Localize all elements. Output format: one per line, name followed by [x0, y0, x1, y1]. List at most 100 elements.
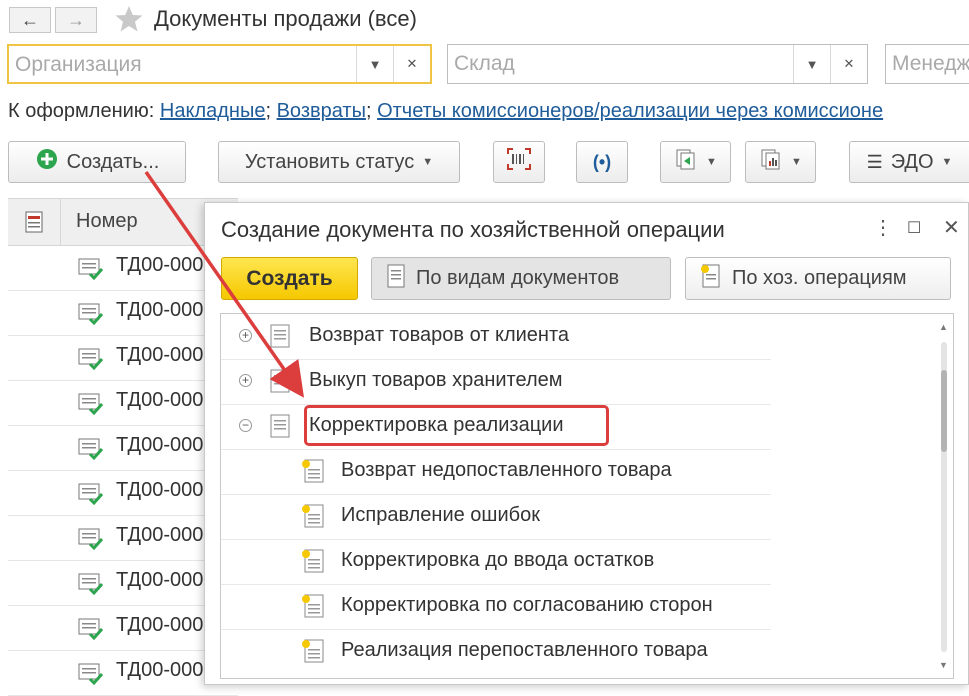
tree-item-label: Исправление ошибок: [341, 504, 540, 526]
barcode-scan-icon: [506, 147, 532, 177]
forward-button[interactable]: →: [55, 7, 97, 33]
tree-item-row[interactable]: Корректировка до ввода остатков: [221, 539, 771, 585]
scroll-thumb[interactable]: [941, 370, 947, 452]
reports-button[interactable]: ▼: [745, 141, 816, 183]
tree-item-row[interactable]: Возврат недопоставленного товара: [221, 449, 771, 495]
warehouse-field[interactable]: Склад ▼ ✕: [447, 44, 868, 84]
posted-document-icon: [78, 257, 104, 286]
document-number: ТД00-000: [116, 299, 204, 321]
organization-clear-button[interactable]: ✕: [393, 46, 430, 82]
barcode-button[interactable]: [493, 141, 545, 183]
posted-document-icon: [78, 662, 104, 691]
close-icon: ✕: [406, 56, 418, 71]
by-operations-button[interactable]: По хоз. операциям: [685, 257, 951, 300]
posted-document-icon: [78, 347, 104, 376]
documents-green-icon: [674, 147, 698, 177]
warehouse-input[interactable]: Склад: [448, 45, 793, 83]
document-number: ТД00-000: [116, 434, 204, 456]
scroll-down-icon[interactable]: ▼: [939, 660, 948, 670]
expand-icon[interactable]: +: [239, 374, 252, 387]
posted-document-icon: [78, 482, 104, 511]
create-button-label: Создать...: [66, 150, 160, 173]
chevron-down-icon: ▼: [941, 156, 953, 168]
posted-document-icon: [78, 527, 104, 556]
document-number: ТД00-000: [116, 659, 204, 681]
tree-item-row[interactable]: Исправление ошибок: [221, 494, 771, 540]
links-prefix: К оформлению:: [8, 100, 160, 122]
chevron-down-icon: ▼: [422, 156, 434, 168]
link-invoices[interactable]: Накладные: [160, 100, 266, 122]
document-number: ТД00-000: [116, 524, 204, 546]
by-document-types-button[interactable]: По видам документов: [371, 257, 671, 300]
tree-item-label: Корректировка до ввода остатков: [341, 549, 655, 571]
print-forms-button[interactable]: ▼: [660, 141, 731, 183]
operation-icon: [301, 639, 325, 668]
tree-scrollbar[interactable]: ▲ ▼: [939, 320, 949, 672]
tree-item-row[interactable]: Корректировка по согласованию сторон: [221, 584, 771, 630]
create-by-operation-dialog: Создание документа по хозяйственной опер…: [204, 202, 969, 685]
document-number: ТД00-000: [116, 344, 204, 366]
posted-document-icon: [78, 572, 104, 601]
chevron-down-icon: ▼: [791, 156, 802, 168]
organization-field[interactable]: Организация ▼ ✕: [7, 44, 432, 84]
tree-group-row[interactable]: + Выкуп товаров хранителем: [221, 359, 771, 405]
document-number: ТД00-000: [116, 614, 204, 636]
set-status-button[interactable]: Установить статус ▼: [218, 141, 460, 183]
document-icon: [269, 369, 291, 398]
document-icon: [269, 414, 291, 443]
document-number: ТД00-000: [116, 479, 204, 501]
document-number: ТД00-000: [116, 389, 204, 411]
close-icon[interactable]: ✕: [943, 215, 960, 240]
to-process-links: К оформлению: Накладные; Возвраты; Отчет…: [8, 100, 884, 122]
back-button[interactable]: ←: [9, 7, 51, 33]
broadcast-icon: (•): [592, 151, 612, 172]
tree-item-label: Реализация перепоставленного товара: [341, 639, 708, 661]
scroll-up-icon[interactable]: ▲: [939, 322, 948, 332]
by-document-types-label: По видам документов: [416, 267, 620, 289]
organization-dropdown-button[interactable]: ▼: [356, 46, 393, 82]
chevron-down-icon: ▼: [805, 56, 819, 72]
column-header-number[interactable]: Номер: [76, 210, 138, 233]
tree-group-label: Возврат товаров от клиента: [309, 324, 570, 346]
warehouse-clear-button[interactable]: ✕: [830, 45, 867, 83]
document-number: ТД00-000: [116, 254, 204, 276]
posted-document-icon: [78, 392, 104, 421]
edo-label: ЭДО: [890, 150, 934, 173]
signal-button[interactable]: (•): [576, 141, 628, 183]
edo-icon: ☰: [866, 151, 883, 172]
favorite-star-icon[interactable]: [114, 4, 144, 39]
organization-input[interactable]: Организация: [9, 46, 356, 82]
warehouse-dropdown-button[interactable]: ▼: [793, 45, 830, 83]
maximize-icon[interactable]: ☐: [907, 218, 921, 238]
chevron-down-icon: ▼: [368, 56, 382, 72]
column-divider: [60, 199, 61, 245]
tree-group-row[interactable]: + Возврат товаров от клиента: [221, 314, 771, 360]
posted-document-icon: [78, 437, 104, 466]
highlight-frame: [304, 405, 609, 446]
operation-icon: [301, 504, 325, 533]
plus-circle-icon: [35, 147, 59, 177]
create-button[interactable]: Создать...: [8, 141, 186, 183]
posted-document-icon: [78, 617, 104, 646]
manager-input[interactable]: Менедж: [886, 45, 969, 83]
operation-icon: [301, 459, 325, 488]
dialog-create-button[interactable]: Создать: [221, 257, 358, 300]
link-commission-reports[interactable]: Отчеты комиссионеров/реализации через ко…: [377, 100, 883, 122]
collapse-icon[interactable]: −: [239, 419, 252, 432]
document-number: ТД00-000: [116, 569, 204, 591]
dialog-title: Создание документа по хозяйственной опер…: [221, 217, 725, 242]
tree-group-label: Выкуп товаров хранителем: [309, 369, 563, 391]
back-arrow-icon: ←: [21, 9, 39, 30]
edo-button[interactable]: ☰ ЭДО ▼: [849, 141, 969, 183]
manager-field[interactable]: Менедж: [885, 44, 969, 84]
operation-icon: [301, 549, 325, 578]
by-operations-label: По хоз. операциям: [732, 267, 907, 289]
expand-icon[interactable]: +: [239, 329, 252, 342]
tree-item-label: Корректировка по согласованию сторон: [341, 594, 713, 616]
more-options-icon[interactable]: ⋮: [873, 215, 893, 240]
page-title: Документы продажи (все): [154, 6, 417, 31]
link-returns[interactable]: Возвраты: [277, 100, 366, 122]
tree-item-row[interactable]: Реализация перепоставленного товара: [221, 629, 771, 674]
operations-tree[interactable]: + Возврат товаров от клиента + Выкуп тов…: [220, 313, 954, 679]
document-icon: [386, 264, 406, 294]
